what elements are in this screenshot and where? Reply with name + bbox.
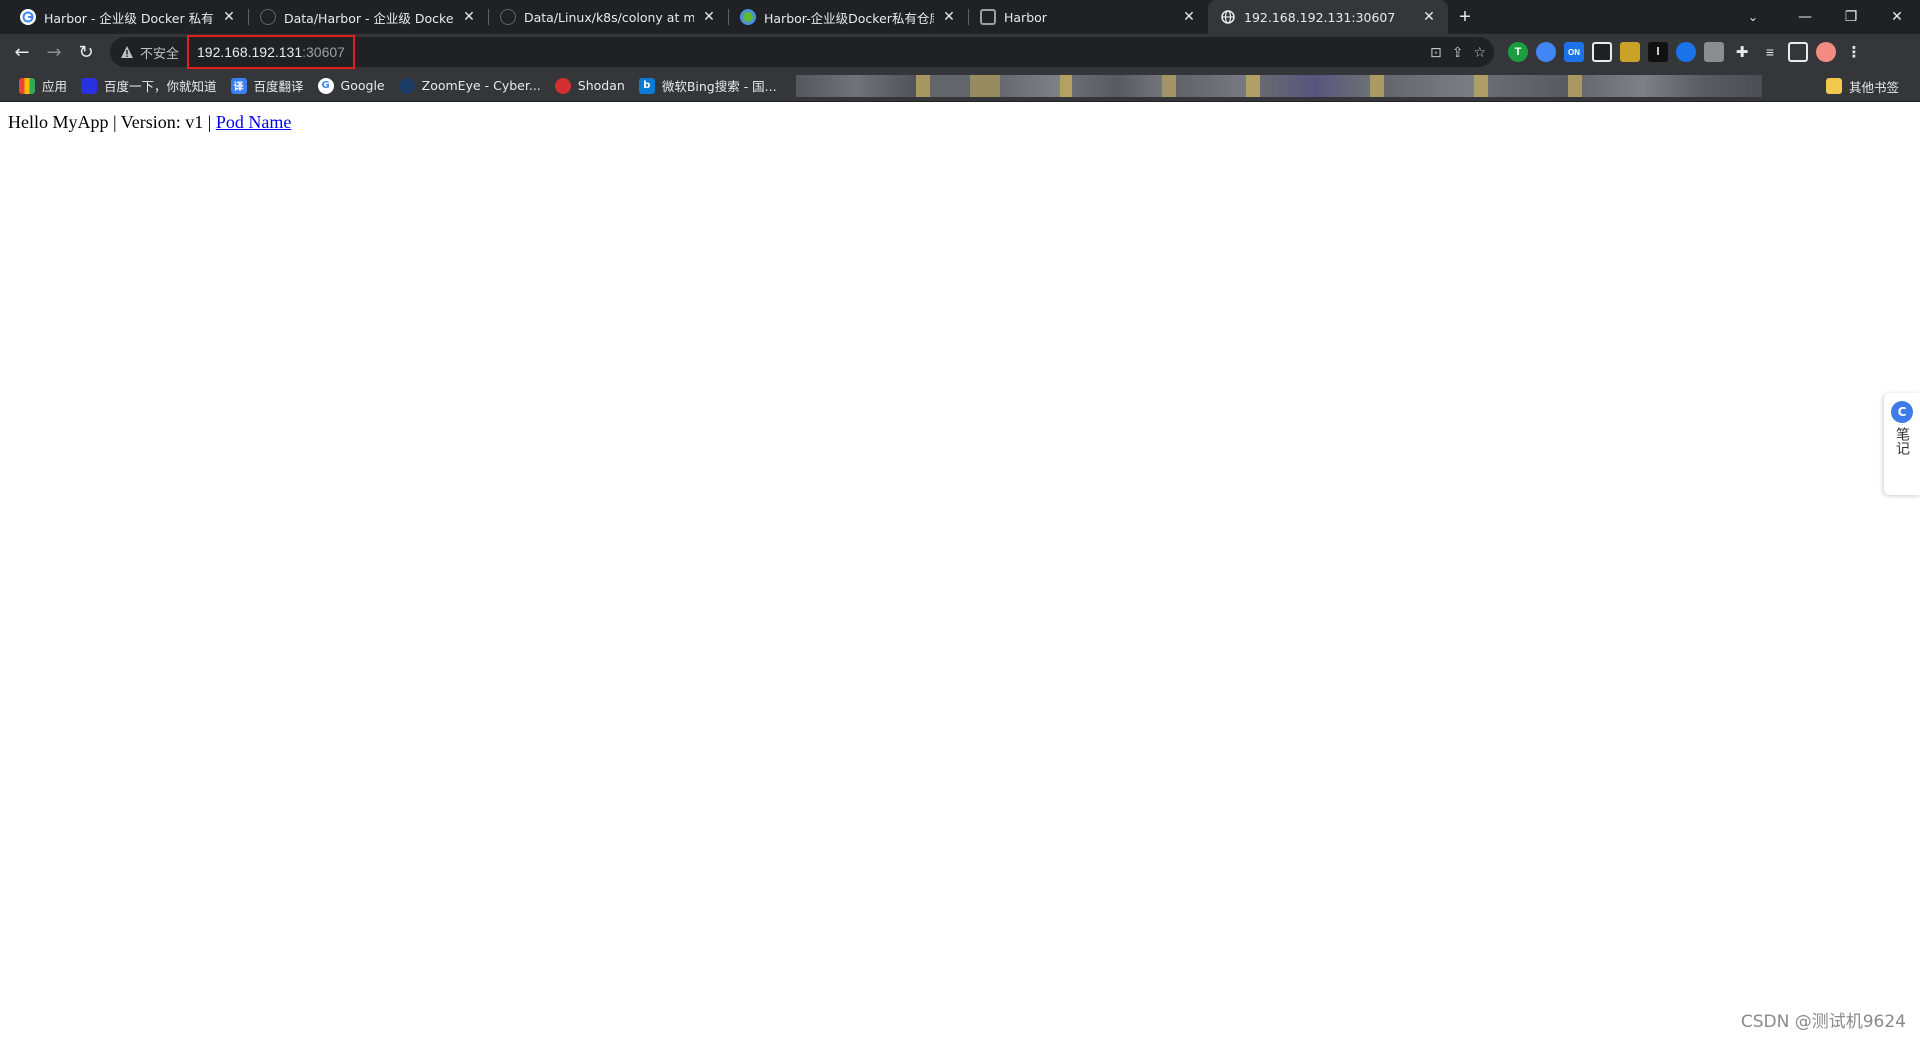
menu-kebab-icon[interactable]: ⋮ <box>1844 42 1864 62</box>
bookmark-baidu-translate[interactable]: 译 百度翻译 <box>224 73 311 99</box>
extensions-area: T ON l ✚ ≡ ⋮ <box>1508 42 1864 62</box>
bookmark-baidu[interactable]: 百度一下，你就知道 <box>74 73 224 99</box>
apps-grid-icon <box>19 77 35 94</box>
baidu-icon <box>81 77 98 94</box>
tab-data-linux-k8s[interactable]: Data/Linux/k8s/colony at mas ✕ <box>488 0 728 34</box>
new-tab-button[interactable]: + <box>1448 0 1482 34</box>
github-icon <box>500 9 516 25</box>
extension-image-icon[interactable] <box>1620 42 1640 62</box>
url-host: 192.168.192.131 <box>197 44 303 60</box>
profile-avatar-icon[interactable] <box>1816 42 1836 62</box>
extension-on-icon[interactable]: ON <box>1564 42 1584 62</box>
bookmark-label: ZoomEye - Cyber... <box>421 78 541 93</box>
note-label: 笔记 <box>1894 427 1910 455</box>
window-controls: — ❐ ✕ <box>1782 0 1920 34</box>
extension-square-icon[interactable] <box>1592 42 1612 62</box>
extension-l-icon[interactable]: l <box>1648 42 1668 62</box>
extension-chrome-icon[interactable] <box>1536 42 1556 62</box>
google-icon <box>20 9 36 25</box>
extension-book-icon[interactable] <box>1704 42 1724 62</box>
warning-icon <box>121 46 133 58</box>
reading-list-icon[interactable]: ≡ <box>1760 42 1780 62</box>
bookmark-google[interactable]: G Google <box>311 73 392 99</box>
bookmark-label: 微软Bing搜索 - 国... <box>661 79 777 94</box>
bookmark-label: 其他书签 <box>1848 79 1899 95</box>
address-bar[interactable]: 不安全 192.168.192.131:30607 ⊡ ⇪ ☆ <box>110 35 1494 69</box>
translate-icon[interactable]: ⊡ <box>1430 44 1442 61</box>
tab-title: Harbor <box>1004 9 1047 25</box>
harbor-icon <box>740 9 756 25</box>
bookmark-shodan[interactable]: Shodan <box>548 73 632 99</box>
tab-list: Harbor - 企业级 Docker 私有仓库 ✕ Data/Harbor -… <box>0 0 1448 34</box>
url-port: :30607 <box>302 44 345 60</box>
close-tab-icon[interactable]: ✕ <box>940 8 958 26</box>
page-viewport: Hello MyApp | Version: v1 | Pod Name C 笔… <box>0 103 1920 1040</box>
browser-toolbar: ← → ↻ 不安全 192.168.192.131:30607 ⊡ ⇪ ☆ T … <box>0 34 1920 70</box>
extension-t-icon[interactable]: T <box>1508 42 1528 62</box>
tab-search-icon[interactable]: ⌄ <box>1736 0 1770 34</box>
baidu-translate-icon: 译 <box>230 77 247 94</box>
extension-compass-icon[interactable] <box>1676 42 1696 62</box>
restore-icon[interactable]: ❐ <box>1828 0 1874 34</box>
page-body-text: Hello MyApp | Version: v1 | Pod Name <box>8 112 291 133</box>
forward-arrow-icon[interactable]: → <box>38 36 70 68</box>
harbor-icon <box>980 9 996 25</box>
bookmark-zoomeye[interactable]: ZoomEye - Cyber... <box>392 73 548 99</box>
bookmark-star-icon[interactable]: ☆ <box>1473 44 1486 61</box>
bookmark-label: 百度一下，你就知道 <box>104 79 217 94</box>
close-tab-icon[interactable]: ✕ <box>1180 8 1198 26</box>
bookmark-label: Shodan <box>577 78 625 93</box>
bookmark-label: Google <box>340 78 385 93</box>
extensions-puzzle-icon[interactable]: ✚ <box>1732 42 1752 62</box>
bing-icon: b <box>638 77 655 94</box>
tab-harbor-docker[interactable]: Harbor-企业级Docker私有仓库 ✕ <box>728 0 968 34</box>
url-text[interactable]: 192.168.192.131:30607 <box>187 35 355 69</box>
note-logo-icon: C <box>1891 401 1913 423</box>
blurred-bookmarks <box>795 74 1796 97</box>
pod-name-link[interactable]: Pod Name <box>216 112 292 132</box>
side-panel-icon[interactable] <box>1788 42 1808 62</box>
tab-title: 192.168.192.131:30607 <box>1244 9 1396 25</box>
zoomeye-icon <box>398 77 415 94</box>
omnibox-actions: ⊡ ⇪ ☆ <box>1430 37 1486 67</box>
bookmark-label: 应用 <box>42 79 68 94</box>
bookmark-apps[interactable]: 应用 <box>12 73 74 99</box>
back-arrow-icon[interactable]: ← <box>6 36 38 68</box>
shodan-icon <box>554 77 571 94</box>
security-indicator[interactable]: 不安全 <box>110 43 179 62</box>
tab-strip: Harbor - 企业级 Docker 私有仓库 ✕ Data/Harbor -… <box>0 0 1920 34</box>
bookmark-label: 百度翻译 <box>253 79 304 94</box>
share-icon[interactable]: ⇪ <box>1452 44 1464 61</box>
reload-icon[interactable]: ↻ <box>70 36 102 68</box>
tab-title: Data/Linux/k8s/colony at mas <box>524 9 694 25</box>
minimize-icon[interactable]: — <box>1782 0 1828 34</box>
google-icon: G <box>317 77 334 94</box>
tab-title: Harbor-企业级Docker私有仓库 <box>764 10 934 26</box>
close-tab-icon[interactable]: ✕ <box>220 8 238 26</box>
side-notes-widget[interactable]: C 笔记 <box>1884 393 1920 495</box>
folder-icon <box>1825 78 1842 94</box>
bookmarks-bar: 应用 百度一下，你就知道 译 百度翻译 G Google ZoomEye - C… <box>0 70 1920 102</box>
close-tab-icon[interactable]: ✕ <box>700 8 718 26</box>
tab-harbor[interactable]: Harbor ✕ <box>968 0 1208 34</box>
hello-text: Hello MyApp | Version: v1 | <box>8 112 216 132</box>
tab-data-harbor[interactable]: Data/Harbor - 企业级 Docker 私 ✕ <box>248 0 488 34</box>
tab-title: Data/Harbor - 企业级 Docker 私 <box>284 10 454 26</box>
bookmark-bing[interactable]: b 微软Bing搜索 - 国... <box>632 73 784 99</box>
close-tab-icon[interactable]: ✕ <box>460 8 478 26</box>
tab-title: Harbor - 企业级 Docker 私有仓库 <box>44 10 214 26</box>
close-tab-icon[interactable]: ✕ <box>1420 8 1438 26</box>
bookmark-other[interactable]: 其他书签 <box>1819 73 1906 99</box>
github-icon <box>260 9 276 25</box>
tab-current-page[interactable]: 192.168.192.131:30607 ✕ <box>1208 0 1448 34</box>
csdn-watermark: CSDN @测试机9624 <box>1740 1012 1906 1032</box>
tab-harbor-google[interactable]: Harbor - 企业级 Docker 私有仓库 ✕ <box>8 0 248 34</box>
security-label: 不安全 <box>140 46 180 62</box>
globe-icon <box>1220 9 1236 25</box>
close-window-icon[interactable]: ✕ <box>1874 0 1920 34</box>
